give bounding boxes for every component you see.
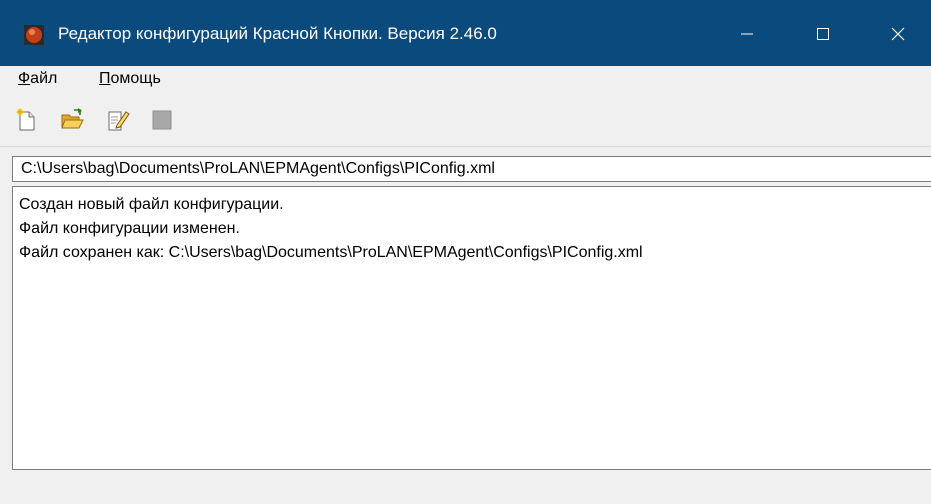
log-line: Файл конфигурации изменен. [19, 220, 240, 237]
open-folder-icon[interactable] [60, 108, 84, 132]
log-line: Файл сохранен как: C:\Users\bag\Document… [19, 244, 643, 261]
red-button-app-icon [24, 25, 44, 45]
menu-file-accel: Ф [18, 70, 31, 87]
maximize-button[interactable] [800, 14, 846, 54]
log-area[interactable]: Создан новый файл конфигурации. Файл кон… [12, 186, 931, 470]
stop-icon[interactable] [150, 108, 174, 132]
minimize-icon [741, 33, 753, 35]
menu-file[interactable]: Файл [18, 69, 57, 89]
title-bar[interactable]: Редактор конфигураций Красной Кнопки. Ве… [0, 0, 931, 66]
menu-help-accel: П [99, 70, 111, 87]
menu-help-label: омощь [110, 70, 161, 87]
minimize-button[interactable] [724, 14, 770, 54]
status-bar [0, 472, 931, 504]
config-path-value: C:\Users\bag\Documents\ProLAN\EPMAgent\C… [21, 160, 495, 177]
maximize-icon [817, 28, 829, 40]
log-line: Создан новый файл конфигурации. [19, 196, 284, 213]
menu-help[interactable]: Помощь [99, 69, 161, 89]
menu-bar: Файл Помощь [0, 66, 931, 92]
window-title: Редактор конфигураций Красной Кнопки. Ве… [58, 24, 497, 43]
close-button[interactable] [875, 14, 921, 54]
menu-file-label: айл [30, 70, 58, 87]
new-file-icon[interactable] [14, 108, 38, 132]
app-window: Редактор конфигураций Красной Кнопки. Ве… [0, 0, 931, 504]
toolbar [0, 96, 931, 147]
config-path-field[interactable]: C:\Users\bag\Documents\ProLAN\EPMAgent\C… [12, 156, 931, 182]
edit-document-icon[interactable] [106, 108, 130, 132]
close-icon [891, 27, 905, 41]
